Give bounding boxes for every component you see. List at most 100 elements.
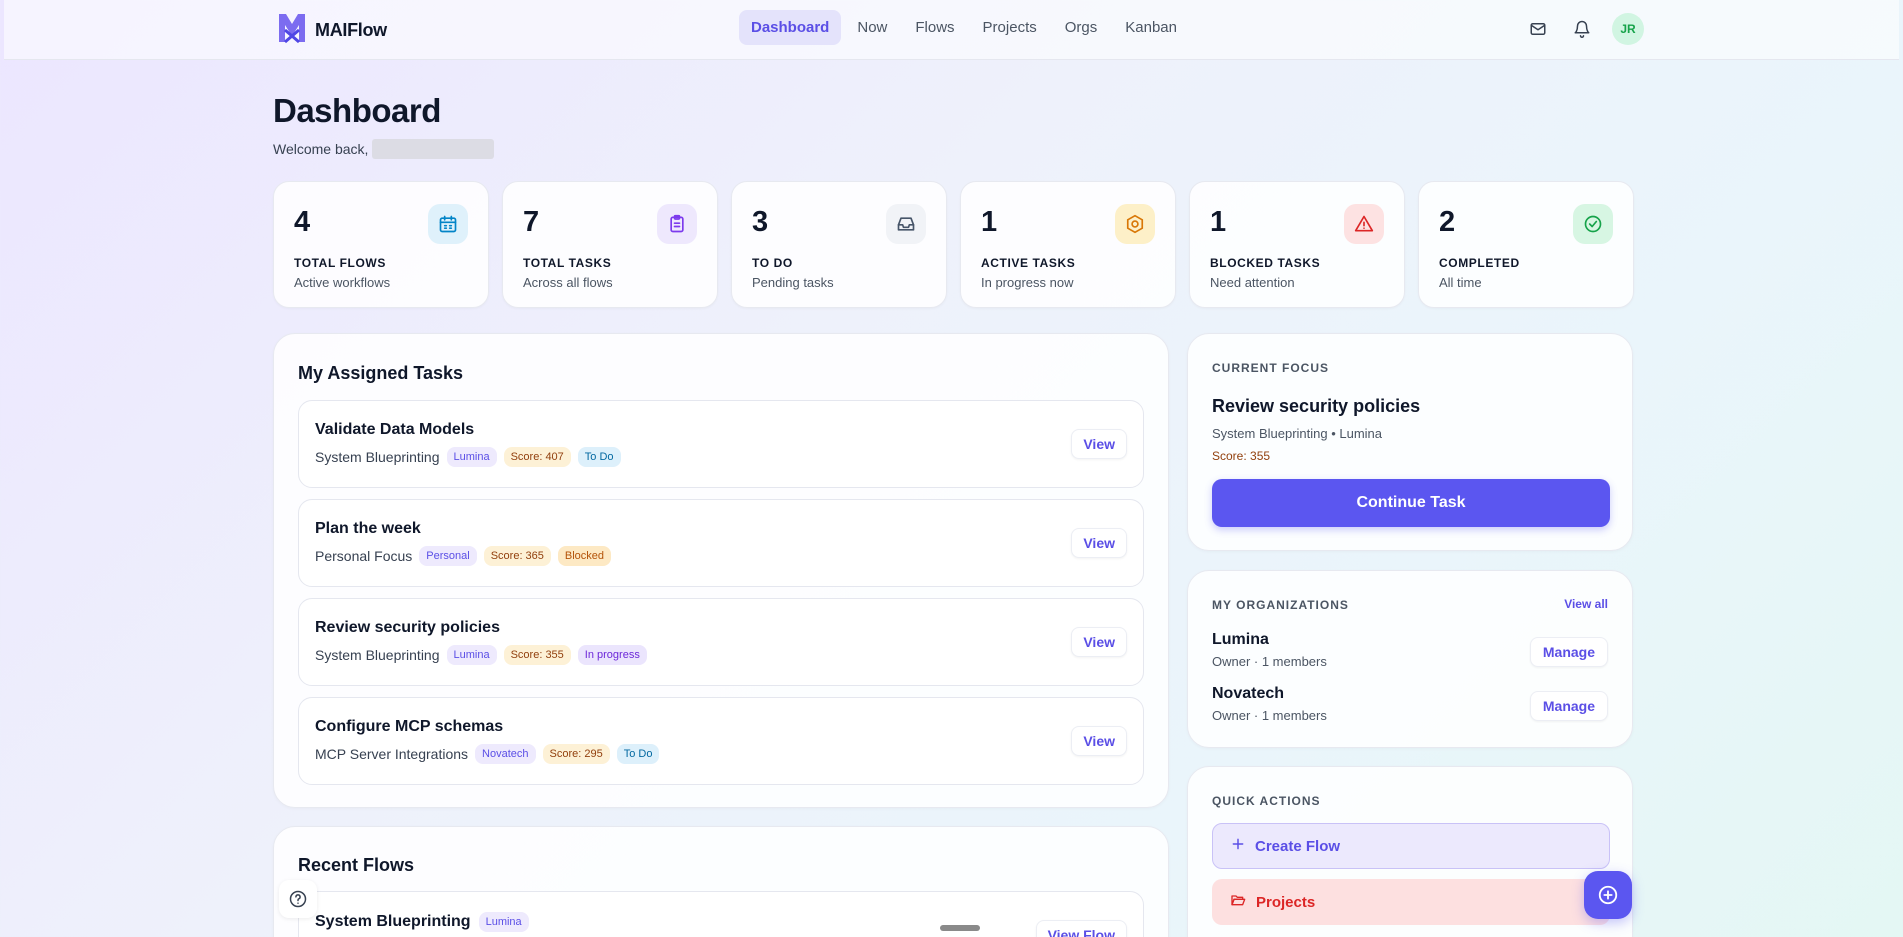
section-caption: QUICK ACTIONS <box>1212 794 1321 808</box>
org-badge: Personal <box>419 546 477 566</box>
flow-name: System Blueprinting <box>315 913 471 930</box>
org-role: Owner · 1 members <box>1212 708 1327 723</box>
panel-title: Recent Flows <box>298 855 415 875</box>
stat-value: 7 <box>523 206 540 238</box>
status-badge: To Do <box>616 744 660 764</box>
nav-flows[interactable]: Flows <box>903 10 966 45</box>
inbox-icon <box>886 204 926 244</box>
view-all-orgs-link[interactable]: View all <box>1564 597 1608 611</box>
stat-value: 1 <box>981 206 998 238</box>
check-circle-icon <box>1573 204 1613 244</box>
task-flow: System Blueprinting <box>315 449 440 465</box>
recent-flows-panel: Recent Flows System Blueprinting Lumina … <box>273 826 1169 937</box>
flow-name-row: System Blueprinting Lumina <box>315 912 529 932</box>
view-task-button[interactable]: View <box>1071 627 1127 657</box>
task-card[interactable]: Validate Data Models System Blueprinting… <box>298 400 1144 488</box>
task-flow: MCP Server Integrations <box>315 746 469 762</box>
stat-subtitle: Across all flows <box>523 275 613 290</box>
org-badge: Lumina <box>446 645 497 665</box>
task-name: Validate Data Models <box>315 421 475 438</box>
nav-now[interactable]: Now <box>845 10 899 45</box>
stat-label: TOTAL FLOWS <box>294 256 386 270</box>
stat-value: 4 <box>294 206 311 238</box>
stat-card-total-flows[interactable]: 4 TOTAL FLOWS Active workflows <box>273 181 489 308</box>
task-flow: Personal Focus <box>315 548 413 564</box>
current-focus-panel: CURRENT FOCUS Review security policies S… <box>1187 333 1633 551</box>
task-card[interactable]: Review security policies System Blueprin… <box>298 598 1144 686</box>
stat-subtitle: Active workflows <box>294 275 391 290</box>
view-task-button[interactable]: View <box>1071 528 1127 558</box>
plus-icon <box>1231 837 1245 855</box>
task-meta: System Blueprinting Lumina Score: 355 In… <box>315 645 647 665</box>
user-avatar[interactable]: JR <box>1612 13 1644 45</box>
main-nav: Dashboard Now Flows Projects Orgs Kanban <box>739 10 1189 45</box>
add-fab-button[interactable] <box>1584 871 1632 919</box>
nav-projects[interactable]: Projects <box>971 10 1049 45</box>
stat-subtitle: In progress now <box>981 275 1074 290</box>
manage-org-button[interactable]: Manage <box>1529 691 1608 721</box>
stat-card-blocked-tasks[interactable]: 1 BLOCKED TASKS Need attention <box>1189 181 1405 308</box>
continue-task-button[interactable]: Continue Task <box>1212 479 1610 527</box>
stat-value: 2 <box>1439 206 1456 238</box>
brand[interactable]: MAIFlow <box>277 12 387 49</box>
org-role: Owner · 1 members <box>1212 654 1327 669</box>
focus-score: Score: 355 <box>1212 449 1271 463</box>
nav-orgs[interactable]: Orgs <box>1053 10 1110 45</box>
top-actions: JR <box>1524 13 1644 45</box>
organizations-panel: MY ORGANIZATIONS View all Lumina Owner ·… <box>1187 570 1633 748</box>
flow-card[interactable]: System Blueprinting Lumina View Flow <box>298 891 1144 937</box>
stat-label: BLOCKED TASKS <box>1210 256 1321 270</box>
stat-subtitle: Need attention <box>1210 275 1295 290</box>
status-badge: Blocked <box>557 546 612 566</box>
stat-card-active-tasks[interactable]: 1 ACTIVE TASKS In progress now <box>960 181 1176 308</box>
stat-label: COMPLETED <box>1439 256 1520 270</box>
nav-kanban[interactable]: Kanban <box>1113 10 1189 45</box>
target-icon <box>1115 204 1155 244</box>
stat-value: 1 <box>1210 206 1227 238</box>
create-flow-button[interactable]: Create Flow <box>1212 823 1610 869</box>
folder-open-icon <box>1230 892 1246 912</box>
clipboard-icon <box>657 204 697 244</box>
view-task-button[interactable]: View <box>1071 726 1127 756</box>
top-navigation-bar: MAIFlow Dashboard Now Flows Projects Org… <box>4 0 1899 60</box>
stat-card-total-tasks[interactable]: 7 TOTAL TASKS Across all flows <box>502 181 718 308</box>
stat-subtitle: Pending tasks <box>752 275 834 290</box>
task-meta: System Blueprinting Lumina Score: 407 To… <box>315 447 621 467</box>
redacted-username <box>372 139 495 159</box>
mail-icon[interactable] <box>1524 15 1552 43</box>
alert-triangle-icon <box>1344 204 1384 244</box>
page-title: Dashboard <box>273 92 441 129</box>
org-badge: Lumina <box>478 912 529 932</box>
stat-label: ACTIVE TASKS <box>981 256 1076 270</box>
task-meta: MCP Server Integrations Novatech Score: … <box>315 744 660 764</box>
org-badge: Novatech <box>475 744 536 764</box>
scroll-handle[interactable] <box>940 925 980 931</box>
manage-org-button[interactable]: Manage <box>1529 637 1608 667</box>
view-task-button[interactable]: View <box>1071 429 1127 459</box>
task-meta: Personal Focus Personal Score: 365 Block… <box>315 546 612 566</box>
view-flow-button[interactable]: View Flow <box>1035 920 1127 937</box>
section-caption: MY ORGANIZATIONS <box>1212 598 1349 612</box>
nav-dashboard[interactable]: Dashboard <box>739 10 842 45</box>
org-name: Lumina <box>1212 631 1269 648</box>
task-name: Plan the week <box>315 520 421 537</box>
task-flow: System Blueprinting <box>315 647 440 663</box>
projects-button[interactable]: Projects <box>1212 879 1610 925</box>
stat-subtitle: All time <box>1439 275 1482 290</box>
help-icon[interactable] <box>279 880 317 918</box>
bell-icon[interactable] <box>1568 15 1596 43</box>
task-card[interactable]: Configure MCP schemas MCP Server Integra… <box>298 697 1144 785</box>
status-badge: In progress <box>577 645 647 665</box>
create-flow-label: Create Flow <box>1255 837 1341 855</box>
stat-card-to-do[interactable]: 3 TO DO Pending tasks <box>731 181 947 308</box>
maiflow-logo-icon <box>277 12 307 49</box>
stat-label: TOTAL TASKS <box>523 256 612 270</box>
projects-label: Projects <box>1256 893 1316 911</box>
stat-value: 3 <box>752 206 769 238</box>
panel-title: My Assigned Tasks <box>298 363 464 383</box>
task-name: Review security policies <box>315 619 500 636</box>
quick-actions-panel: QUICK ACTIONS Create Flow Projects <box>1187 766 1633 937</box>
stat-card-completed[interactable]: 2 COMPLETED All time <box>1418 181 1634 308</box>
task-name: Configure MCP schemas <box>315 718 504 735</box>
task-card[interactable]: Plan the week Personal Focus Personal Sc… <box>298 499 1144 587</box>
